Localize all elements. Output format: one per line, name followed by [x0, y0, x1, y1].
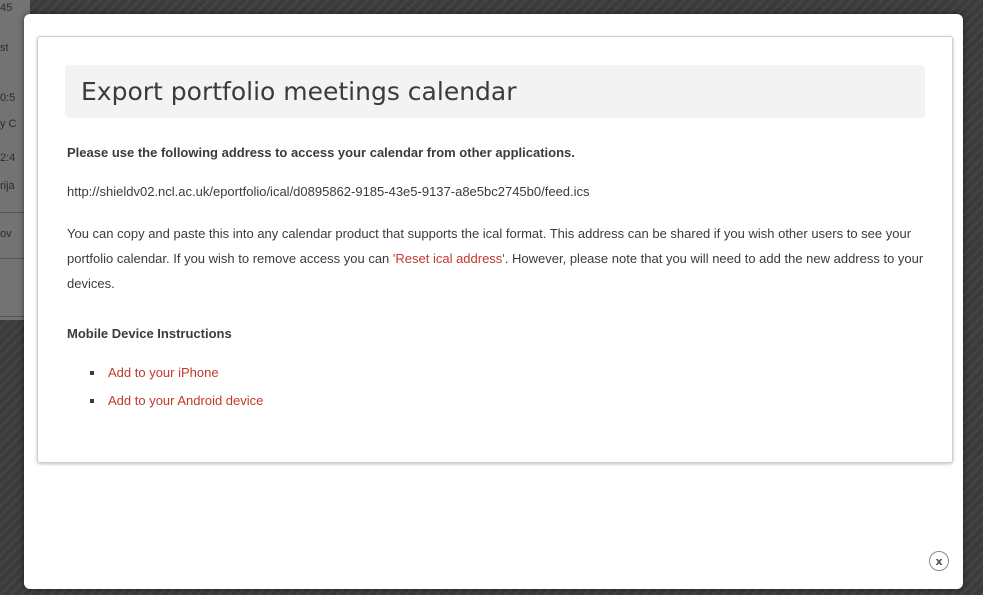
- mobile-instructions-heading: Mobile Device Instructions: [67, 326, 232, 341]
- reset-ical-link[interactable]: 'Reset ical address': [393, 251, 505, 266]
- modal-title: Export portfolio meetings calendar: [81, 77, 517, 106]
- intro-text: Please use the following address to acce…: [67, 145, 575, 160]
- bullet-icon: [90, 399, 94, 403]
- modal-dialog: Export portfolio meetings calendar Pleas…: [24, 14, 963, 589]
- add-iphone-link[interactable]: Add to your iPhone: [108, 365, 219, 380]
- modal-panel: Export portfolio meetings calendar Pleas…: [37, 36, 953, 463]
- title-bar: Export portfolio meetings calendar: [65, 65, 925, 118]
- close-icon[interactable]: x: [929, 551, 949, 571]
- description-text: You can copy and paste this into any cal…: [67, 221, 927, 296]
- list-item: Add to your Android device: [67, 393, 263, 421]
- add-android-link[interactable]: Add to your Android device: [108, 393, 263, 408]
- close-glyph: x: [935, 554, 943, 568]
- ical-url[interactable]: http://shieldv02.ncl.ac.uk/eportfolio/ic…: [67, 184, 590, 199]
- bullet-icon: [90, 371, 94, 375]
- background-text: 45: [0, 2, 13, 14]
- mobile-links-list: Add to your iPhone Add to your Android d…: [67, 365, 263, 421]
- list-item: Add to your iPhone: [67, 365, 263, 393]
